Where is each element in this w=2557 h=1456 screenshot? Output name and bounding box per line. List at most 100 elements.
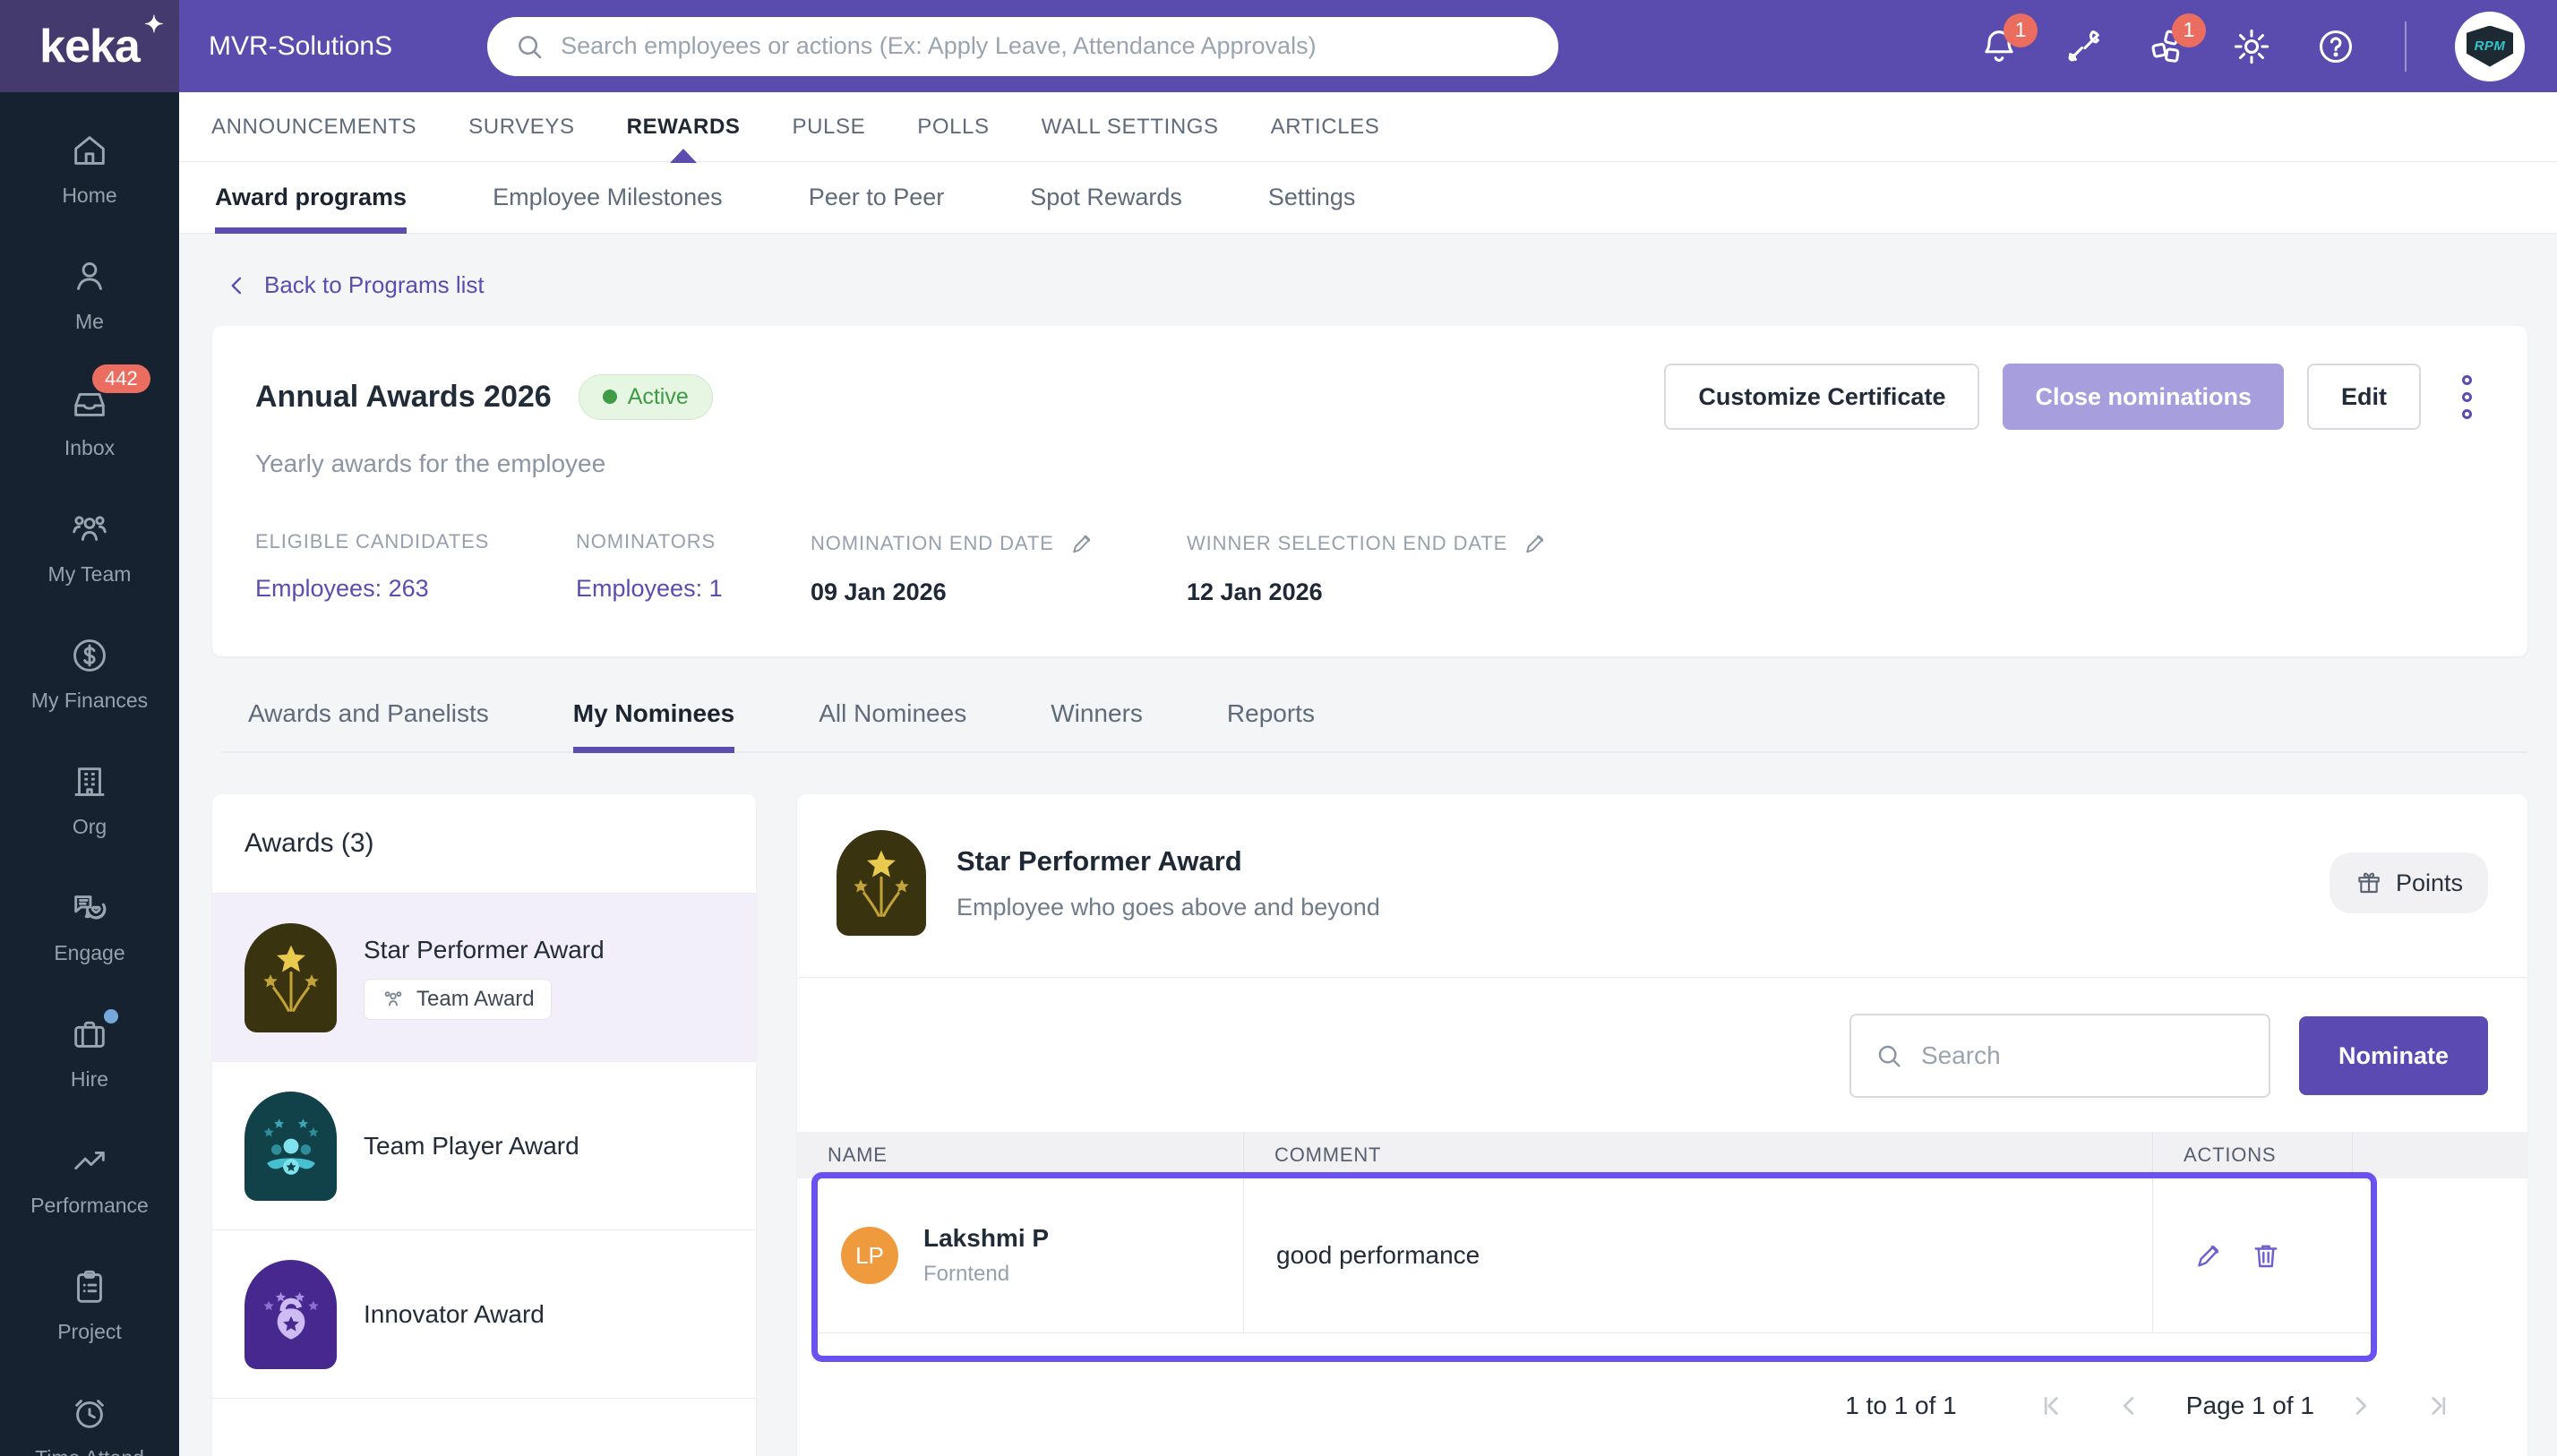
hire-notification-dot <box>101 1006 121 1026</box>
notifications-bell-icon[interactable]: 1 <box>1978 13 2038 67</box>
apps-icon[interactable]: 1 <box>2147 13 2206 67</box>
table-row[interactable]: LP Lakshmi P Forntend good performance <box>818 1178 2371 1332</box>
avatar-logo: RPM <box>2467 25 2513 67</box>
subnav-employee-milestones[interactable]: Employee Milestones <box>493 162 723 234</box>
nav-pulse[interactable]: PULSE <box>793 92 866 162</box>
stat-eligible-candidates: ELIGIBLE CANDIDATES Employees: 263 <box>255 530 576 606</box>
sidebar-item-engage[interactable]: Engage <box>54 887 125 965</box>
subnav-peer-to-peer[interactable]: Peer to Peer <box>809 162 945 234</box>
settings-gear-icon[interactable] <box>2231 26 2272 67</box>
nominate-button[interactable]: Nominate <box>2298 1016 2488 1095</box>
sidebar-item-time-attend[interactable]: Time Attend <box>35 1392 144 1456</box>
award-item-star-performer[interactable]: Star Performer Award Team Award <box>212 894 756 1062</box>
dollar-icon <box>69 635 110 676</box>
nominators-link[interactable]: Employees: 1 <box>576 575 811 603</box>
edit-button[interactable]: Edit <box>2307 364 2421 430</box>
subnav-settings[interactable]: Settings <box>1268 162 1356 234</box>
sidebar-item-my-team[interactable]: My Team <box>48 509 131 587</box>
previous-page-icon[interactable] <box>2115 1391 2145 1421</box>
building-icon <box>69 761 110 802</box>
edit-pencil-icon[interactable] <box>1522 530 1549 557</box>
pagination-page: Page 1 of 1 <box>2185 1392 2314 1419</box>
innovator-badge-icon <box>245 1259 337 1369</box>
points-chip[interactable]: Points <box>2329 852 2488 913</box>
first-page-icon[interactable] <box>2038 1391 2068 1421</box>
winner-selection-end-date: 12 Jan 2026 <box>1187 578 1323 605</box>
sidebar-item-org[interactable]: Org <box>69 761 110 839</box>
nominee-comment: good performance <box>1243 1178 2152 1332</box>
subnav-spot-rewards[interactable]: Spot Rewards <box>1030 162 1182 234</box>
sidebar-item-home[interactable]: Home <box>62 130 117 208</box>
last-page-icon[interactable] <box>2422 1391 2452 1421</box>
award-detail-description: Employee who goes above and beyond <box>957 893 1380 921</box>
row-footer-strip <box>818 1332 2371 1356</box>
global-search-input[interactable] <box>561 32 1532 60</box>
clipboard-icon <box>69 1266 110 1307</box>
back-to-programs-link[interactable]: Back to Programs list <box>225 271 485 299</box>
sidebar-item-performance[interactable]: Performance <box>30 1140 149 1218</box>
nav-rewards[interactable]: REWARDS <box>627 92 741 163</box>
nominees-panel: Star Performer Award Employee who goes a… <box>797 794 2527 1456</box>
team-player-badge-icon <box>245 1091 337 1201</box>
program-stats: ELIGIBLE CANDIDATES Employees: 263 NOMIN… <box>255 530 2484 606</box>
module-nav: ANNOUNCEMENTS SURVEYS REWARDS PULSE POLL… <box>179 92 2557 163</box>
notifications-badge: 1 <box>2004 13 2038 47</box>
sidebar-item-my-finances[interactable]: My Finances <box>31 635 148 713</box>
nominees-search[interactable] <box>1849 1014 2270 1098</box>
star-performer-badge-icon <box>837 830 926 936</box>
nominees-search-input[interactable] <box>1920 1041 2245 1070</box>
user-icon <box>69 256 110 297</box>
award-item-team-player[interactable]: Team Player Award <box>212 1062 756 1230</box>
edit-pencil-icon[interactable] <box>1068 530 1095 557</box>
sidebar-item-hire[interactable]: Hire <box>69 1006 121 1092</box>
nomination-end-date: 09 Jan 2026 <box>811 578 947 605</box>
stat-winner-selection-end-date: WINNER SELECTION END DATE 12 Jan 2026 <box>1187 530 1549 606</box>
topbar: keka ✦ MVR-SolutionS 1 1 <box>0 0 2557 92</box>
keka-logo[interactable]: keka ✦ <box>0 0 179 92</box>
awards-list-panel: Awards (3) Star Performer Award Team Awa… <box>212 794 756 1456</box>
more-options-kebab-icon[interactable] <box>2450 366 2484 428</box>
nav-polls[interactable]: POLLS <box>917 92 989 162</box>
sidebar-item-me[interactable]: Me <box>69 256 110 334</box>
tab-all-nominees[interactable]: All Nominees <box>819 699 966 751</box>
chevron-left-icon <box>231 277 242 294</box>
program-title: Annual Awards 2026 <box>255 379 552 414</box>
stat-nominators: NOMINATORS Employees: 1 <box>576 530 811 606</box>
tools-icon[interactable] <box>2063 26 2104 67</box>
next-page-icon[interactable] <box>2345 1391 2375 1421</box>
gift-icon <box>2358 872 2380 894</box>
nav-articles[interactable]: ARTICLES <box>1271 92 1380 162</box>
nav-announcements[interactable]: ANNOUNCEMENTS <box>211 92 416 162</box>
nominees-toolbar: Nominate <box>797 978 2527 1098</box>
award-item-innovator[interactable]: Innovator Award <box>212 1230 756 1399</box>
program-summary-card: Annual Awards 2026 Active Customize Cert… <box>212 326 2527 656</box>
subnav-award-programs[interactable]: Award programs <box>215 162 408 234</box>
nav-wall-settings[interactable]: WALL SETTINGS <box>1042 92 1219 162</box>
tab-awards-and-panelists[interactable]: Awards and Panelists <box>248 699 489 751</box>
trend-icon <box>69 1140 110 1181</box>
keka-logo-spark-icon: ✦ <box>144 10 164 38</box>
tab-my-nominees[interactable]: My Nominees <box>572 699 734 753</box>
people-icon <box>384 990 402 1006</box>
global-search[interactable] <box>487 16 1559 76</box>
award-detail-title: Star Performer Award <box>957 844 1242 877</box>
eligible-candidates-link[interactable]: Employees: 263 <box>255 575 576 603</box>
help-icon[interactable] <box>2315 26 2356 67</box>
delete-nomination-trash-icon[interactable] <box>2250 1239 2282 1272</box>
tab-winners[interactable]: Winners <box>1051 699 1143 751</box>
rewards-subnav: Award programs Employee Milestones Peer … <box>179 162 2557 234</box>
close-nominations-button[interactable]: Close nominations <box>2003 364 2284 430</box>
nav-surveys[interactable]: SURVEYS <box>468 92 574 162</box>
nominees-table: NAME COMMENT ACTIONS LP Lakshmi P Fornte… <box>797 1132 2527 1362</box>
inbox-badge: 442 <box>91 364 150 393</box>
content-panels: Awards (3) Star Performer Award Team Awa… <box>212 794 2527 1456</box>
nominee-avatar[interactable]: LP <box>841 1227 898 1284</box>
award-name: Star Performer Award <box>364 935 605 964</box>
tab-reports[interactable]: Reports <box>1227 699 1315 751</box>
sidebar-item-inbox[interactable]: 442 Inbox <box>64 364 150 460</box>
user-avatar[interactable]: RPM <box>2455 11 2525 81</box>
sidebar-item-project[interactable]: Project <box>57 1266 122 1344</box>
active-tab-pointer <box>670 148 698 163</box>
customize-certificate-button[interactable]: Customize Certificate <box>1664 364 1980 430</box>
edit-nomination-pencil-icon[interactable] <box>2192 1239 2225 1272</box>
